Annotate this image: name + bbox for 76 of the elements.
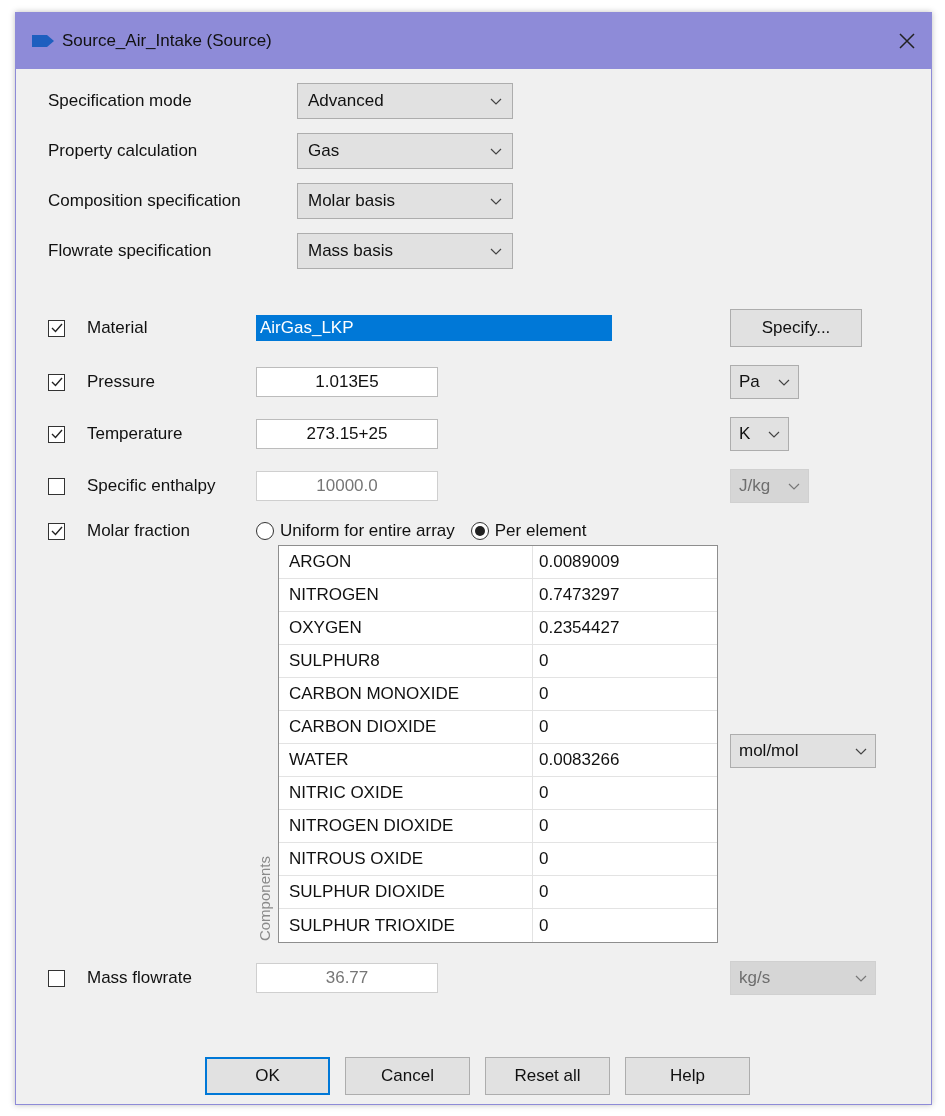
table-cell[interactable]: NITROGEN: [279, 579, 533, 611]
radio-button[interactable]: [470, 522, 489, 540]
field-label: Molar fraction: [87, 521, 191, 541]
chevron-icon: [768, 430, 781, 438]
window-title: Source_Air_Intake (Source): [62, 31, 272, 51]
input-field[interactable]: 1.013E5: [256, 367, 438, 397]
close-icon[interactable]: [899, 33, 915, 49]
input-field[interactable]: 10000.0: [256, 471, 438, 501]
table-cell[interactable]: 0: [533, 909, 717, 942]
unit-dropdown[interactable]: Pa: [730, 365, 799, 399]
dropdown[interactable]: Mass basis: [297, 233, 513, 269]
dropdown[interactable]: Advanced: [297, 83, 513, 119]
field-label: Composition specification: [48, 191, 242, 211]
table-cell[interactable]: SULPHUR TRIOXIDE: [279, 909, 533, 942]
table-cell[interactable]: 0: [533, 711, 717, 743]
table-cell[interactable]: 0: [533, 777, 717, 809]
table-cell[interactable]: 0: [533, 810, 717, 842]
table-cell[interactable]: 0.2354427: [533, 612, 717, 644]
material-field[interactable]: AirGas_LKP: [256, 315, 612, 341]
checkbox[interactable]: [48, 425, 65, 443]
table-cell[interactable]: 0: [533, 876, 717, 908]
radio-option[interactable]: Uniform for entire array: [256, 521, 455, 541]
dialog-button[interactable]: Reset all: [485, 1057, 610, 1095]
checkbox[interactable]: [48, 373, 65, 391]
checkbox[interactable]: [48, 969, 65, 987]
table-cell[interactable]: OXYGEN: [279, 612, 533, 644]
table-cell[interactable]: 0.0083266: [533, 744, 717, 776]
input-field[interactable]: 273.15+25: [256, 419, 438, 449]
unit-dropdown[interactable]: J/kg: [730, 469, 810, 503]
field-label: Pressure: [87, 372, 157, 392]
chevron-icon: [855, 747, 867, 755]
field-label: Property calculation: [48, 141, 199, 161]
table-cell[interactable]: CARBON DIOXIDE: [279, 711, 533, 743]
specify-button[interactable]: Specify...: [730, 309, 862, 347]
axis-label: Components: [256, 855, 274, 941]
chevron-icon: [490, 247, 502, 255]
unit-dropdown[interactable]: K: [730, 417, 790, 451]
chevron-icon: [490, 197, 502, 205]
radio-option[interactable]: Per element: [470, 521, 587, 541]
table-cell[interactable]: WATER: [279, 744, 533, 776]
unit-dropdown[interactable]: kg/s: [730, 961, 876, 995]
table-cell[interactable]: SULPHUR DIOXIDE: [279, 876, 533, 908]
checkbox[interactable]: [48, 522, 65, 540]
field-label: Specification mode: [48, 91, 193, 111]
table-cell[interactable]: NITRIC OXIDE: [279, 777, 533, 809]
unit-dropdown[interactable]: mol/mol: [730, 734, 876, 768]
table-cell[interactable]: 0.0089009: [533, 546, 717, 578]
table-cell[interactable]: NITROGEN DIOXIDE: [279, 810, 533, 842]
table-cell[interactable]: 0: [533, 843, 717, 875]
table-cell[interactable]: ARGON: [279, 546, 533, 578]
dropdown[interactable]: Molar basis: [297, 183, 513, 219]
field-label: Mass flowrate: [87, 968, 193, 988]
field-label: Material: [87, 318, 149, 338]
table-cell[interactable]: NITROUS OXIDE: [279, 843, 533, 875]
field-label: Flowrate specification: [48, 241, 213, 261]
chevron-icon: [777, 378, 790, 386]
input-field[interactable]: 36.77: [256, 963, 438, 993]
table-cell[interactable]: CARBON MONOXIDE: [279, 678, 533, 710]
table-cell[interactable]: 0.7473297: [533, 579, 717, 611]
dialog-button[interactable]: Cancel: [345, 1057, 470, 1095]
table-cell[interactable]: 0: [533, 645, 717, 677]
field-label: Temperature: [87, 424, 184, 444]
checkbox[interactable]: [48, 319, 65, 337]
chevron-icon: [788, 482, 801, 490]
table-cell[interactable]: SULPHUR8: [279, 645, 533, 677]
dialog-button[interactable]: OK: [205, 1057, 330, 1095]
table-cell[interactable]: 0: [533, 678, 717, 710]
tag-icon: [32, 35, 54, 47]
dialog-button[interactable]: Help: [625, 1057, 750, 1095]
radio-button[interactable]: [256, 522, 274, 540]
dropdown[interactable]: Gas: [297, 133, 513, 169]
chevron-icon: [490, 97, 502, 105]
field-label: Specific enthalpy: [87, 476, 217, 496]
chevron-icon: [855, 974, 867, 982]
checkbox[interactable]: [48, 477, 65, 495]
chevron-icon: [490, 147, 502, 155]
